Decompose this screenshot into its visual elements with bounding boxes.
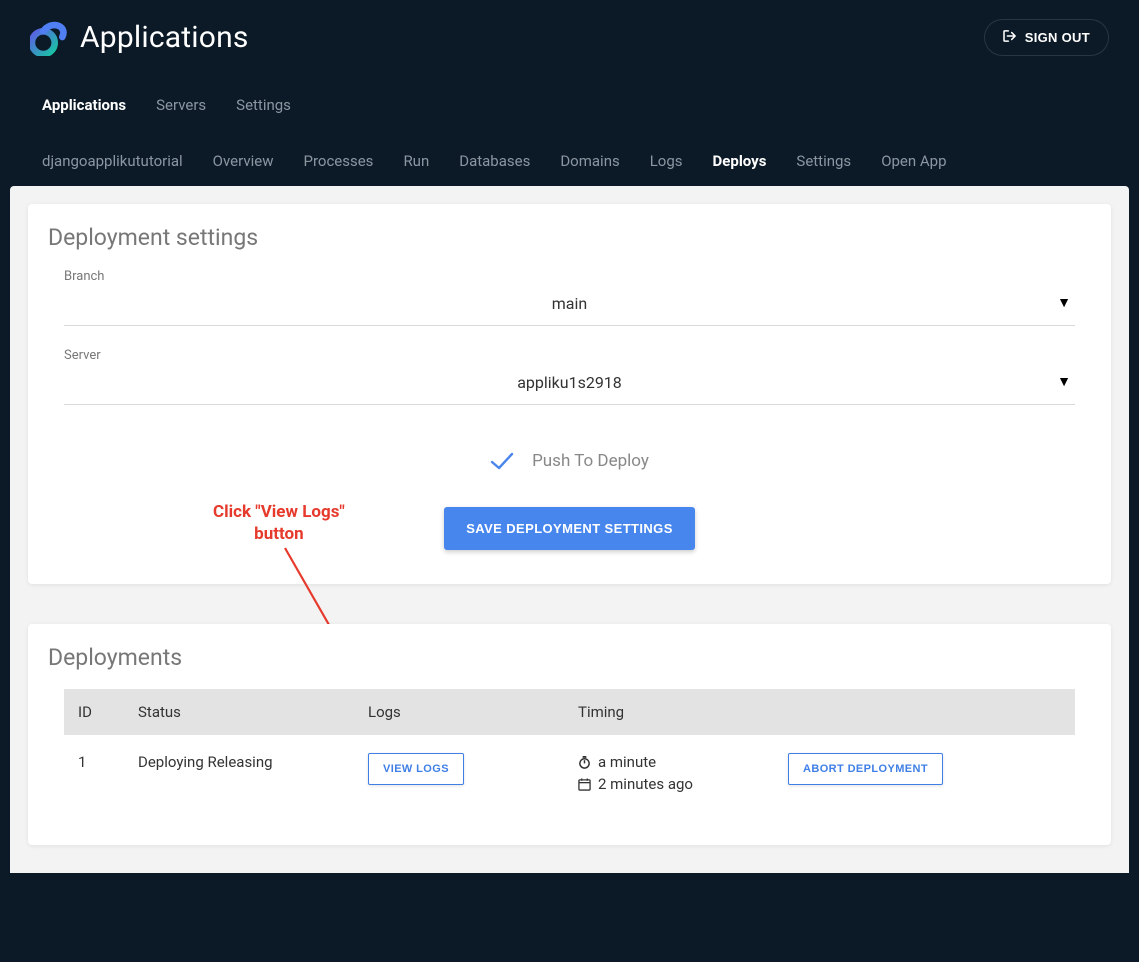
sign-out-button[interactable]: SIGN OUT	[984, 19, 1109, 56]
page-title: Applications	[80, 20, 249, 55]
stopwatch-icon	[578, 756, 592, 769]
branch-label: Branch	[64, 269, 1075, 284]
col-status: Status	[124, 689, 354, 735]
col-timing: Timing	[564, 689, 774, 735]
push-to-deploy-label: Push To Deploy	[532, 451, 649, 471]
nav-applications[interactable]: Applications	[42, 74, 126, 136]
chevron-down-icon: ▼	[1057, 294, 1071, 311]
col-logs: Logs	[354, 689, 564, 735]
deployments-title: Deployments	[48, 644, 1091, 671]
cell-status: Deploying Releasing	[124, 735, 354, 811]
timing-started-value: 2 minutes ago	[598, 775, 693, 793]
cell-id: 1	[64, 735, 124, 811]
chevron-down-icon: ▼	[1057, 373, 1071, 390]
timing-duration: a minute	[578, 753, 760, 771]
subnav-deploys[interactable]: Deploys	[713, 136, 767, 186]
subnav-overview[interactable]: Overview	[213, 136, 274, 186]
deployment-settings-card: Deployment settings Branch main ▼ Server…	[28, 204, 1111, 584]
content-area: Deployment settings Branch main ▼ Server…	[10, 186, 1129, 873]
subnav-logs[interactable]: Logs	[650, 136, 683, 186]
check-icon	[490, 451, 514, 471]
top-bar: Applications SIGN OUT	[0, 0, 1139, 74]
logo-icon	[30, 18, 68, 56]
server-select[interactable]: appliku1s2918 ▼	[64, 363, 1075, 405]
timing-started: 2 minutes ago	[578, 775, 760, 793]
calendar-icon	[578, 778, 592, 791]
deployments-table: ID Status Logs Timing 1 Deploying Releas…	[64, 689, 1075, 811]
nav-servers[interactable]: Servers	[156, 74, 206, 136]
primary-nav: Applications Servers Settings	[0, 74, 1139, 136]
sign-out-label: SIGN OUT	[1025, 30, 1090, 45]
subnav-open-app[interactable]: Open App	[881, 136, 946, 186]
branch-select[interactable]: main ▼	[64, 284, 1075, 326]
app-sub-nav: djangoapplikututorial Overview Processes…	[0, 136, 1139, 186]
subnav-databases[interactable]: Databases	[459, 136, 530, 186]
subnav-settings[interactable]: Settings	[796, 136, 851, 186]
push-to-deploy-toggle[interactable]: Push To Deploy	[48, 451, 1091, 471]
view-logs-button[interactable]: VIEW LOGS	[368, 753, 464, 785]
subnav-domains[interactable]: Domains	[560, 136, 619, 186]
branch-value: main	[552, 294, 587, 313]
sign-out-icon	[1003, 30, 1017, 45]
deployment-settings-title: Deployment settings	[48, 224, 1091, 251]
subnav-processes[interactable]: Processes	[303, 136, 373, 186]
subnav-app-name[interactable]: djangoapplikututorial	[42, 136, 183, 186]
timing-duration-value: a minute	[598, 753, 656, 771]
nav-settings[interactable]: Settings	[236, 74, 291, 136]
save-deployment-settings-button[interactable]: SAVE DEPLOYMENT SETTINGS	[444, 507, 695, 550]
server-label: Server	[64, 348, 1075, 363]
col-id: ID	[64, 689, 124, 735]
table-row: 1 Deploying Releasing VIEW LOGS a minute	[64, 735, 1075, 811]
brand: Applications	[30, 18, 249, 56]
deployments-card: Deployments ID Status Logs Timing 1 Depl…	[28, 624, 1111, 845]
server-value: appliku1s2918	[517, 373, 622, 392]
col-actions	[774, 689, 1075, 735]
table-header-row: ID Status Logs Timing	[64, 689, 1075, 735]
subnav-run[interactable]: Run	[403, 136, 429, 186]
abort-deployment-button[interactable]: ABORT DEPLOYMENT	[788, 753, 943, 785]
